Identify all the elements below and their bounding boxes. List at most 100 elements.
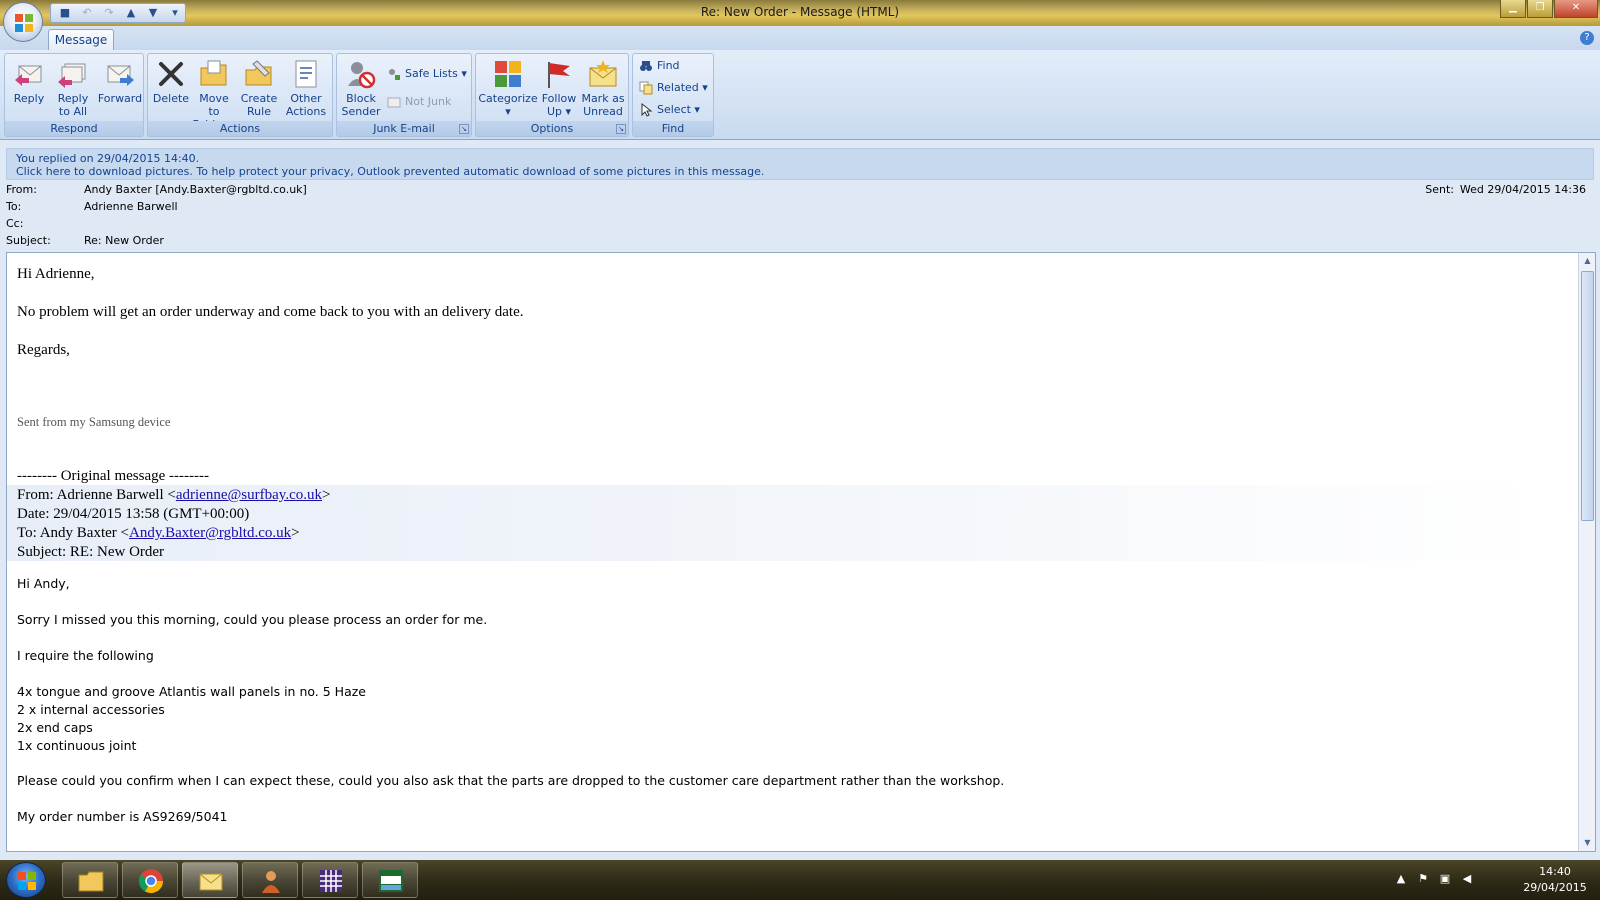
office-logo-icon xyxy=(15,14,33,32)
group-actions: Delete Move to Folder ▾ Create Rule Othe… xyxy=(147,53,333,137)
delete-icon xyxy=(159,62,183,86)
taskbar-file-explorer[interactable] xyxy=(62,862,118,898)
start-button[interactable] xyxy=(6,862,46,898)
create-rule-button[interactable]: Create Rule xyxy=(238,56,280,120)
contact-person-icon xyxy=(262,871,280,893)
taskbar-calculator[interactable] xyxy=(302,862,358,898)
action-center-flag-icon[interactable]: ⚑ xyxy=(1416,872,1430,886)
info-bar[interactable]: You replied on 29/04/2015 14:40. Click h… xyxy=(6,148,1594,180)
minimize-button[interactable]: ▁ xyxy=(1500,0,1526,18)
categorize-button[interactable]: Categorize ▾ xyxy=(478,56,538,120)
quoted-subject: Subject: RE: New Order xyxy=(17,544,165,560)
quoted-line: Please could you confirm when I can expe… xyxy=(17,773,1005,788)
to-value[interactable]: Adrienne Barwell xyxy=(84,199,178,215)
mark-as-unread-button[interactable]: Mark as Unread xyxy=(580,56,626,120)
forward-button[interactable]: Forward xyxy=(97,56,143,120)
quoted-to-email-link[interactable]: Andy.Baxter@rgbltd.co.uk xyxy=(129,525,291,541)
sent-value: Wed 29/04/2015 14:36 xyxy=(1459,183,1586,196)
block-sender-button[interactable]: Block Sender xyxy=(339,56,383,120)
group-options: Categorize ▾ Follow Up ▾ Mark as Unread … xyxy=(475,53,629,137)
group-respond: Reply Reply to All Forward Respond xyxy=(4,53,144,137)
taskbar-chrome[interactable] xyxy=(122,862,178,898)
help-icon[interactable]: ? xyxy=(1580,31,1594,45)
window-controls: ▁ ❐ ✕ xyxy=(1500,0,1598,18)
quick-access-toolbar: ■ ↶ ↷ ▲ ▼ ▾ xyxy=(50,3,186,23)
undo-icon[interactable]: ↶ xyxy=(79,6,95,20)
clock-date: 29/04/2015 xyxy=(1523,881,1587,894)
order-item: 1x continuous joint xyxy=(17,738,137,753)
scroll-down-arrow-icon[interactable]: ▼ xyxy=(1579,835,1595,851)
taskbar-outlook[interactable] xyxy=(182,862,238,898)
safe-lists-button[interactable]: Safe Lists ▾ xyxy=(385,64,467,84)
reply-all-button[interactable]: Reply to All xyxy=(51,56,95,120)
reply-all-icon xyxy=(58,63,86,88)
delete-button[interactable]: Delete xyxy=(151,56,191,120)
find-button[interactable]: Find xyxy=(637,56,680,76)
network-icon[interactable]: ▣ xyxy=(1438,872,1452,886)
save-icon[interactable]: ■ xyxy=(57,6,73,20)
binoculars-icon xyxy=(640,61,652,71)
group-label-options: Options xyxy=(476,121,628,136)
body-regards: Regards, xyxy=(17,342,70,358)
group-label-respond: Respond xyxy=(5,121,143,136)
order-item: 2 x internal accessories xyxy=(17,702,165,717)
junk-dialog-launcher[interactable]: ↘ xyxy=(459,124,469,134)
body-signature: Sent from my Samsung device xyxy=(17,415,171,429)
quoted-from-email-link[interactable]: adrienne@surfbay.co.uk xyxy=(176,487,322,503)
scrollbar-thumb[interactable] xyxy=(1581,271,1594,521)
options-dialog-launcher[interactable]: ↘ xyxy=(616,124,626,134)
previous-item-icon[interactable]: ▲ xyxy=(123,6,139,20)
quoted-greeting: Hi Andy, xyxy=(17,576,70,591)
group-label-find: Find xyxy=(633,121,713,136)
not-junk-button[interactable]: Not Junk xyxy=(385,92,451,112)
clock[interactable]: 14:40 29/04/2015 xyxy=(1520,864,1590,896)
group-label-actions: Actions xyxy=(148,121,332,136)
related-button[interactable]: Related ▾ xyxy=(637,78,708,98)
outlook-icon xyxy=(199,873,223,891)
mark-unread-icon xyxy=(589,60,617,87)
quoted-from: From: Adrienne Barwell <adrienne@surfbay… xyxy=(17,487,331,503)
message-body[interactable]: Hi Adrienne, No problem will get an orde… xyxy=(6,252,1596,852)
title-bar: Re: New Order - Message (HTML) ▁ ❐ ✕ xyxy=(0,0,1600,26)
follow-up-button[interactable]: Follow Up ▾ xyxy=(538,56,580,120)
group-label-junk: Junk E-mail xyxy=(337,121,471,136)
windows-logo-icon xyxy=(18,872,36,890)
subject-value: Re: New Order xyxy=(84,234,164,247)
categorize-icon xyxy=(495,61,521,87)
vertical-scrollbar[interactable]: ▲ ▼ xyxy=(1578,253,1595,851)
follow-up-flag-icon xyxy=(548,62,570,88)
customize-qat-icon[interactable]: ▾ xyxy=(167,6,183,20)
order-number-line: My order number is AS9269/5041 xyxy=(17,809,228,824)
close-button[interactable]: ✕ xyxy=(1554,0,1598,18)
next-item-icon[interactable]: ▼ xyxy=(145,6,161,20)
other-actions-button[interactable]: Other Actions ▾ xyxy=(282,56,330,131)
body-line: No problem will get an order underway an… xyxy=(17,304,524,320)
block-sender-icon xyxy=(348,62,376,89)
scroll-up-arrow-icon[interactable]: ▲ xyxy=(1579,253,1595,269)
taskbar-contacts[interactable] xyxy=(242,862,298,898)
chrome-icon xyxy=(138,869,163,894)
download-pictures-notice[interactable]: Click here to download pictures. To help… xyxy=(16,165,1584,178)
redo-icon[interactable]: ↷ xyxy=(101,6,117,20)
original-message-separator: -------- Original message -------- xyxy=(17,468,209,484)
order-item: 2x end caps xyxy=(17,720,93,735)
move-to-folder-button[interactable]: Move to Folder ▾ xyxy=(192,56,236,131)
office-button[interactable] xyxy=(3,2,43,42)
tab-message[interactable]: Message xyxy=(48,29,114,51)
from-value[interactable]: Andy Baxter [Andy.Baxter@rgbltd.co.uk] xyxy=(84,182,307,198)
reply-button[interactable]: Reply xyxy=(9,56,49,120)
select-button[interactable]: Select ▾ xyxy=(637,100,700,120)
message-headers: From: Andy Baxter [Andy.Baxter@rgbltd.co… xyxy=(0,182,1600,252)
cursor-icon xyxy=(641,103,653,117)
maximize-button[interactable]: ❐ xyxy=(1527,0,1553,18)
taskbar-sage[interactable] xyxy=(362,862,418,898)
replied-notice: You replied on 29/04/2015 14:40. xyxy=(16,152,200,165)
folder-icon xyxy=(78,871,104,892)
related-icon xyxy=(639,81,653,95)
system-tray: ▲ ⚑ ▣ ◀ 14:40 29/04/2015 xyxy=(1390,860,1600,900)
order-item: 4x tongue and groove Atlantis wall panel… xyxy=(17,684,366,699)
volume-icon[interactable]: ◀ xyxy=(1460,872,1474,886)
show-hidden-icons-icon[interactable]: ▲ xyxy=(1394,872,1408,886)
body-greeting: Hi Adrienne, xyxy=(17,266,95,282)
sage-logo-icon xyxy=(379,870,403,892)
